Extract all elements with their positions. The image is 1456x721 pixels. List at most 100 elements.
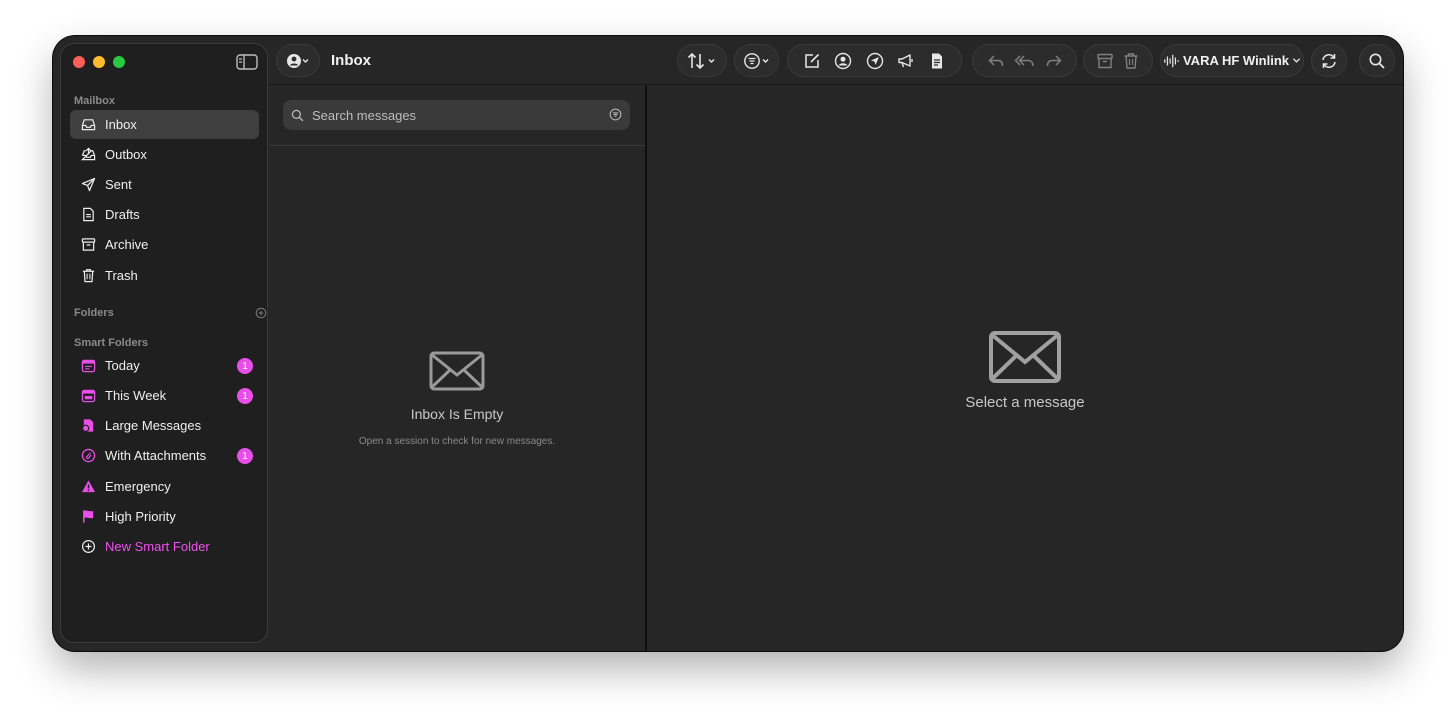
sidebar-item-sent[interactable]: Sent (70, 170, 259, 199)
no-message-selected-state: Select a message (647, 331, 1403, 411)
archive-button[interactable] (1092, 46, 1118, 76)
archive-icon (80, 237, 96, 253)
empty-inbox-state: Inbox Is Empty Open a session to check f… (269, 351, 645, 447)
account-icon (287, 53, 309, 68)
compose-actions-group (787, 44, 962, 77)
sort-arrows-icon (687, 52, 715, 69)
reply-button[interactable] (981, 46, 1010, 76)
reply-icon (987, 54, 1003, 66)
forward-icon (1046, 54, 1062, 66)
empty-state-subtitle: Open a session to check for new messages… (358, 436, 556, 447)
unread-count-badge: 1 (237, 358, 253, 374)
add-circle-icon (80, 539, 96, 555)
flag-icon (80, 509, 96, 525)
search-icon (291, 109, 304, 121)
folders-section-label: Folders (74, 307, 114, 319)
account-menu-button[interactable] (276, 44, 320, 77)
sidebar-item-label: With Attachments (105, 448, 207, 463)
archive-icon (1097, 53, 1113, 68)
trash-icon (80, 268, 96, 284)
sync-button[interactable] (1311, 44, 1347, 77)
sidebar-item-archive[interactable]: Archive (70, 230, 259, 259)
calendar-icon (80, 358, 96, 374)
megaphone-icon (898, 53, 913, 67)
document-icon (80, 207, 96, 223)
sidebar-item-this-week[interactable]: This Week 1 (70, 381, 259, 410)
outbox-icon (80, 147, 96, 163)
location-arrow-icon (866, 52, 883, 69)
unread-count-badge: 1 (237, 448, 253, 464)
compose-button[interactable] (796, 46, 827, 76)
message-list-pane: Inbox Is Empty Open a session to check f… (269, 86, 645, 651)
archive-delete-group (1083, 44, 1153, 77)
unread-count-badge: 1 (237, 388, 253, 404)
sidebar-item-today[interactable]: Today 1 (70, 351, 259, 380)
search-field[interactable] (283, 100, 630, 130)
filter-menu-button[interactable] (734, 44, 779, 77)
sidebar-item-inbox[interactable]: Inbox (70, 110, 259, 139)
envelope-icon (429, 351, 485, 391)
waveform-icon (1164, 54, 1179, 67)
sidebar-item-label: Archive (105, 237, 149, 252)
sidebar-item-label: High Priority (105, 509, 176, 524)
search-button[interactable] (1359, 44, 1395, 77)
page-title: Inbox (331, 52, 371, 69)
delete-button[interactable] (1118, 46, 1144, 76)
sidebar-item-label: Inbox (105, 117, 137, 132)
add-folder-icon[interactable] (255, 307, 267, 319)
sidebar-item-label: This Week (105, 388, 167, 403)
empty-state-title: Inbox Is Empty (410, 406, 504, 422)
forms-button[interactable] (922, 46, 953, 76)
minimize-window-button[interactable] (93, 56, 105, 68)
sidebar-item-drafts[interactable]: Drafts (70, 200, 259, 229)
search-icon (1369, 53, 1385, 69)
mailbox-section-label: Mailbox (74, 95, 115, 107)
sidebar-item-label: Emergency (105, 479, 171, 494)
sync-icon (1322, 53, 1336, 68)
sort-menu-button[interactable] (677, 44, 727, 77)
message-detail-pane: Select a message (647, 86, 1403, 651)
filter-icon (743, 52, 768, 69)
compose-icon (804, 53, 819, 68)
large-doc-icon (80, 418, 96, 434)
sidebar-item-outbox[interactable]: Outbox (70, 140, 259, 169)
connection-type-menu[interactable]: VARA HF Winlink (1160, 44, 1304, 77)
zoom-window-button[interactable] (113, 56, 125, 68)
sidebar-item-label: Sent (105, 177, 132, 192)
trash-icon (1124, 52, 1138, 69)
announcement-button[interactable] (890, 46, 921, 76)
form-document-icon (932, 53, 943, 68)
connection-type-label: VARA HF Winlink (1182, 53, 1290, 68)
sidebar-item-label: Outbox (105, 147, 147, 162)
inbox-icon (80, 117, 96, 133)
sidebar: Mailbox Inbox Outbox Sent Drafts Archive… (60, 43, 268, 643)
reply-all-button[interactable] (1010, 46, 1039, 76)
search-input[interactable] (312, 107, 602, 123)
sidebar-item-label: Today (105, 358, 140, 373)
warning-icon (80, 479, 96, 495)
sidebar-item-trash[interactable]: Trash (70, 261, 259, 290)
sidebar-item-emergency[interactable]: Emergency (70, 472, 259, 501)
select-message-text: Select a message (965, 394, 1085, 411)
position-report-button[interactable] (859, 46, 890, 76)
envelope-icon (989, 331, 1061, 383)
sidebar-item-high-priority[interactable]: High Priority (70, 502, 259, 531)
window-controls (73, 56, 125, 68)
contact-icon (834, 52, 852, 69)
paperplane-icon (80, 177, 96, 193)
chevron-down-icon (1292, 58, 1301, 63)
app-window: Mailbox Inbox Outbox Sent Drafts Archive… (53, 36, 1403, 651)
close-window-button[interactable] (73, 56, 85, 68)
new-smart-folder-button[interactable]: New Smart Folder (70, 532, 259, 561)
sidebar-item-with-attachments[interactable]: With Attachments 1 (70, 441, 259, 470)
new-smart-folder-label: New Smart Folder (105, 539, 210, 554)
contacts-button[interactable] (827, 46, 858, 76)
divider (269, 145, 645, 146)
filter-icon[interactable] (609, 108, 622, 121)
sidebar-item-label: Trash (105, 268, 138, 283)
forward-button[interactable] (1039, 46, 1068, 76)
sidebar-item-label: Large Messages (105, 418, 202, 433)
sidebar-item-large-messages[interactable]: Large Messages (70, 411, 259, 440)
sidebar-toggle-icon[interactable] (236, 54, 258, 70)
paperclip-icon (80, 448, 96, 464)
